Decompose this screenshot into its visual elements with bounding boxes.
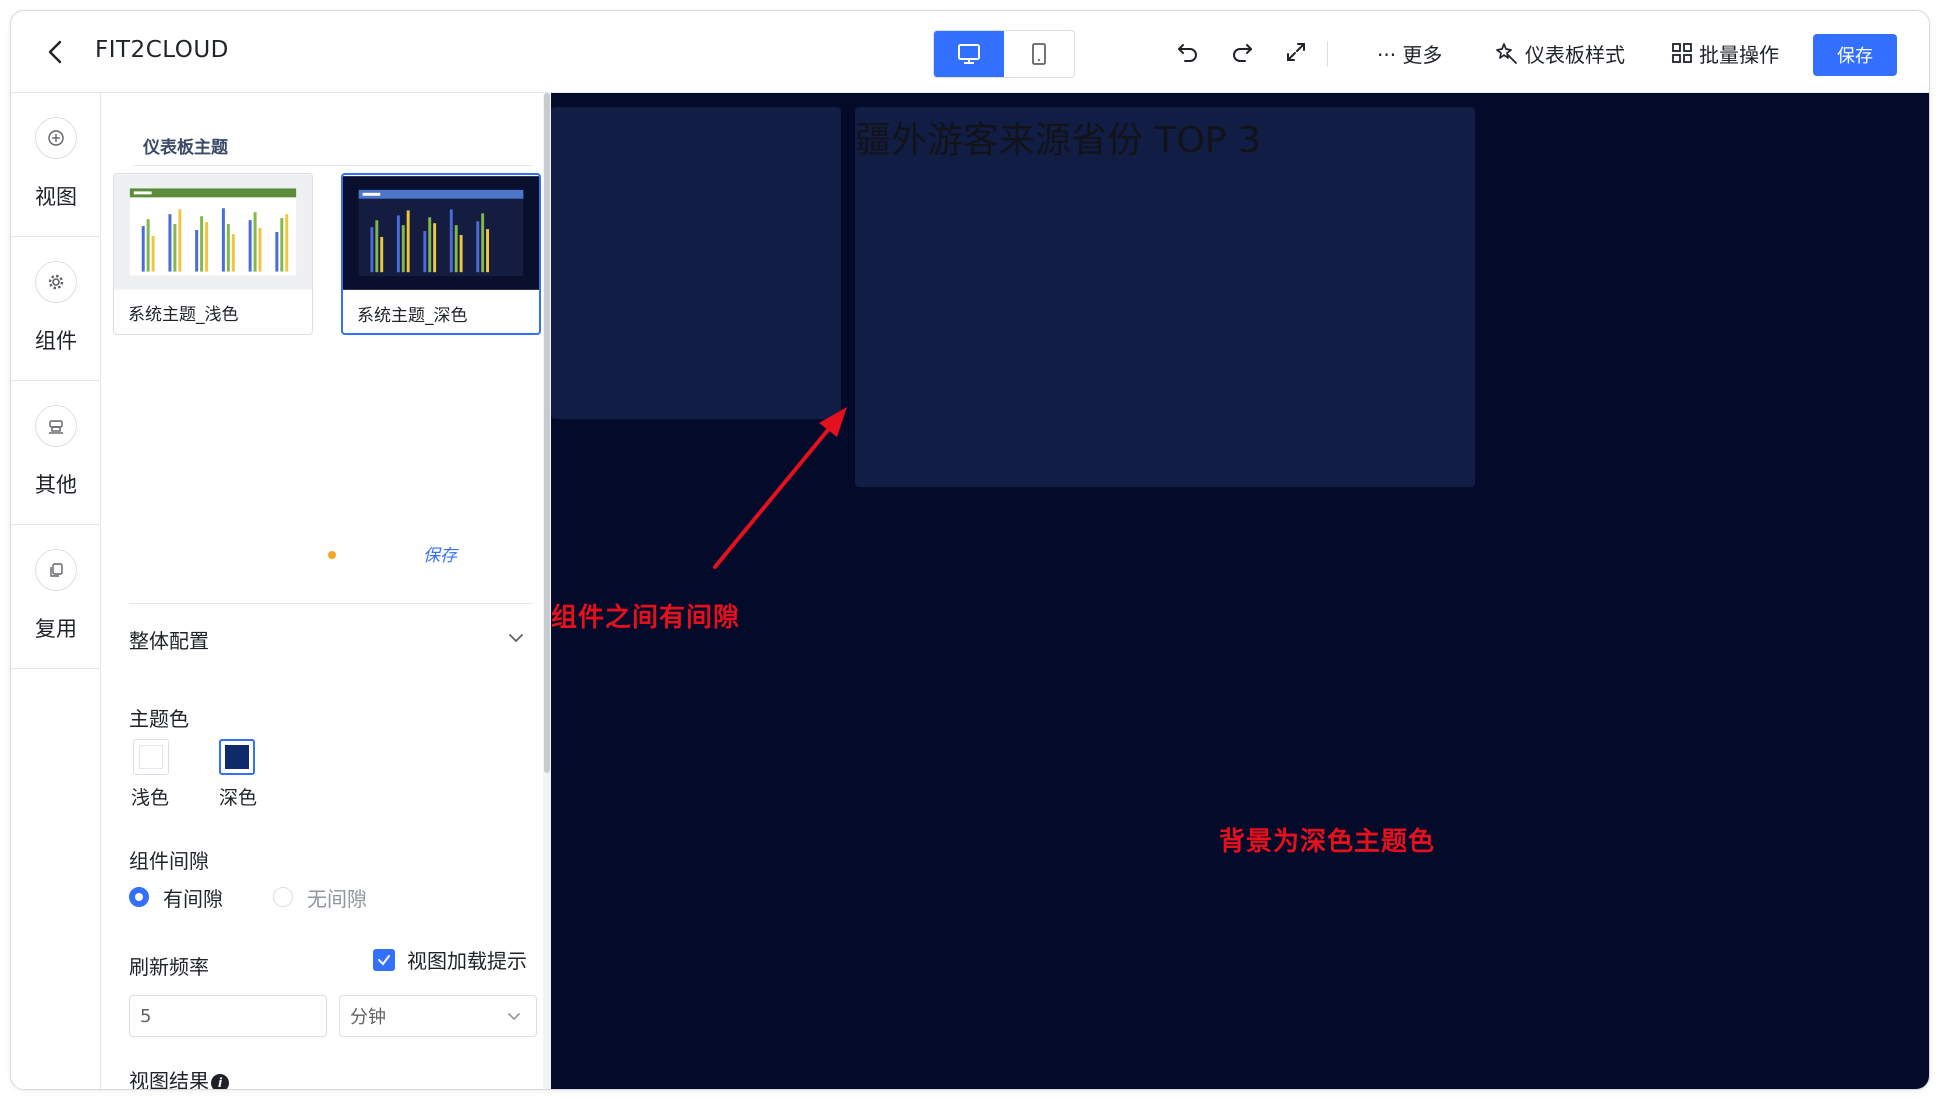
panel-section-title: 仪表板主题 (143, 138, 228, 158)
radio-no-gap[interactable]: 无间隙 (273, 883, 367, 911)
widget-left[interactable] (551, 107, 841, 419)
app-window: FIT2CLOUD ··· 更多 仪表板样式 批量操作 保存 视图 组件 其他 … (10, 10, 1930, 1090)
overall-config-label: 整体配置 (129, 629, 209, 653)
swatch-dark[interactable] (219, 739, 255, 775)
overall-config-collapse[interactable]: 整体配置 (129, 619, 533, 659)
loading-tip-checkbox[interactable]: 视图加载提示 (373, 945, 527, 974)
light-theme-thumbnail (114, 174, 312, 290)
section-divider (133, 165, 533, 166)
chevron-down-icon (508, 1013, 520, 1021)
panel-divider (129, 603, 533, 604)
refresh-unit-select[interactable]: 分钟 (339, 995, 537, 1037)
theme-name-dark: 系统主题_深色 (357, 306, 468, 326)
rail-item-view[interactable]: 视图 (11, 93, 101, 237)
stamp-icon (35, 405, 77, 447)
dashboard-canvas: 疆外游客来源省份 TOP 3 组件之间有间隙 背景为深色主题色 (551, 93, 1929, 1089)
app-title: FIT2CLOUD (95, 37, 229, 63)
unsaved-dot (328, 551, 336, 559)
more-label: ··· 更多 (1377, 42, 1443, 67)
back-arrow-icon[interactable] (39, 35, 73, 69)
plus-circle-icon (35, 117, 77, 159)
swatch-light-label: 浅色 (131, 787, 170, 809)
mobile-icon (1032, 43, 1046, 65)
annotation-background: 背景为深色主题色 (1219, 827, 1436, 857)
mobile-view-button[interactable] (1004, 31, 1074, 77)
widget-title: 疆外游客来源省份 TOP 3 (855, 120, 1261, 161)
swatch-light-fill (139, 745, 163, 769)
gap-label: 组件间隙 (129, 849, 209, 873)
radio-with-gap-label: 有间隙 (163, 886, 223, 911)
copy-icon (35, 549, 77, 591)
refresh-value: 5 (140, 1005, 152, 1027)
chevron-down-icon (509, 634, 523, 643)
rail-label-view: 视图 (35, 185, 77, 209)
view-result-row: 视图结果 i (129, 1065, 229, 1090)
info-icon[interactable]: i (211, 1073, 229, 1089)
rail-item-other[interactable]: 其他 (11, 381, 101, 525)
refresh-value-input[interactable]: 5 (129, 995, 327, 1037)
refresh-label: 刷新频率 (129, 955, 209, 979)
view-result-label: 视图结果 (129, 1069, 209, 1090)
theme-card-light[interactable]: 系统主题_浅色 (113, 173, 313, 335)
top-toolbar: FIT2CLOUD ··· 更多 仪表板样式 批量操作 保存 (11, 11, 1929, 93)
theme-color-label: 主题色 (129, 707, 189, 731)
widget-top3[interactable]: 疆外游客来源省份 TOP 3 (855, 107, 1475, 487)
swatch-dark-label: 深色 (219, 787, 258, 809)
rail-item-component[interactable]: 组件 (11, 237, 101, 381)
rail-label-reuse: 复用 (35, 617, 77, 641)
loading-tip-label: 视图加载提示 (407, 949, 527, 973)
rail-label-other: 其他 (35, 473, 77, 497)
magic-wand-icon (1496, 43, 1517, 64)
desktop-view-button[interactable] (934, 31, 1004, 77)
dashboard-style-button[interactable]: 仪表板样式 (1495, 39, 1625, 67)
more-button[interactable]: ··· 更多 (1377, 39, 1442, 67)
device-switch (933, 30, 1075, 78)
rail-item-reuse[interactable]: 复用 (11, 525, 101, 669)
theme-card-dark[interactable]: 系统主题_深色 (341, 173, 541, 335)
swatch-light[interactable] (133, 739, 169, 775)
toolbar-divider (1327, 41, 1328, 67)
radio-no-gap-dot (273, 887, 293, 907)
panel-scrollbar[interactable] (543, 93, 551, 1089)
checkmark-icon (373, 948, 395, 971)
redo-icon[interactable] (1227, 37, 1257, 67)
radio-no-gap-label: 无间隙 (307, 886, 367, 911)
batch-operation-label: 批量操作 (1699, 42, 1779, 67)
panel-scrollbar-thumb[interactable] (544, 93, 550, 773)
annotation-gap: 组件之间有间隙 (551, 603, 741, 633)
radio-with-gap[interactable]: 有间隙 (129, 883, 223, 911)
save-button[interactable]: 保存 (1813, 34, 1897, 76)
grid-icon (1672, 43, 1692, 63)
dark-theme-thumbnail (343, 176, 539, 290)
batch-operation-button[interactable]: 批量操作 (1671, 39, 1779, 67)
dashboard-style-label: 仪表板样式 (1525, 42, 1625, 67)
save-theme-link[interactable]: 保存 (423, 541, 457, 566)
component-rail: 视图 组件 其他 复用 (11, 93, 101, 1089)
undo-icon[interactable] (1173, 37, 1203, 67)
theme-panel: 仪表板主题 系统主题_浅色 系统主题_深色 保存 整体配置 主题色 浅色 深色 … (101, 93, 543, 1090)
refresh-unit: 分钟 (350, 1007, 386, 1028)
rail-label-component: 组件 (35, 329, 77, 353)
radio-with-gap-dot (129, 887, 149, 907)
theme-name-light: 系统主题_浅色 (128, 305, 239, 325)
fullscreen-icon[interactable] (1281, 37, 1311, 67)
gear-icon (35, 261, 77, 303)
desktop-icon (958, 44, 980, 64)
swatch-dark-fill (225, 745, 249, 769)
